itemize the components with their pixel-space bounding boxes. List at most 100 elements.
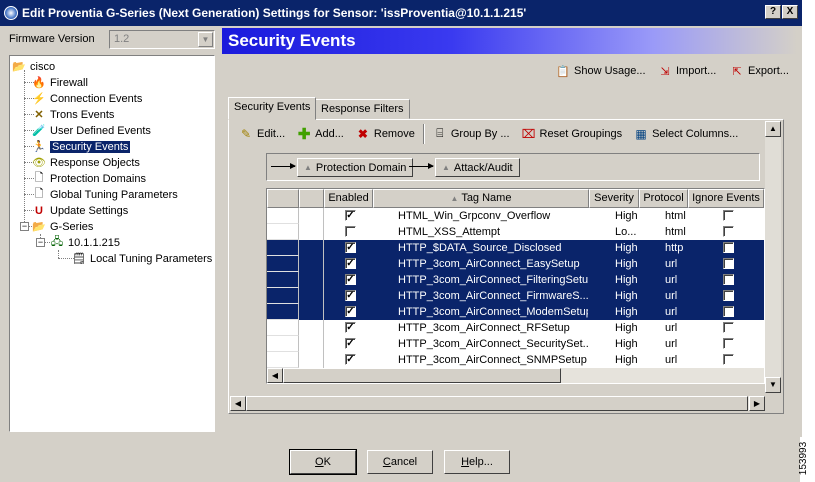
tree-item-trons-events[interactable]: ✕ Trons Events <box>32 107 114 122</box>
collapse-sensor-toggle[interactable]: − <box>36 238 45 247</box>
table-row[interactable]: ✓ HTML_Win_Grpconv_Overflow High html <box>267 208 764 224</box>
runner-icon: 🏃 <box>32 141 46 153</box>
column-header-tag-name[interactable]: ▲ Tag Name <box>373 189 589 208</box>
row-header[interactable] <box>267 272 299 288</box>
tab-security-events[interactable]: Security Events <box>228 97 317 120</box>
row-header[interactable] <box>267 336 299 352</box>
tree-item-firewall[interactable]: 🔥 Firewall <box>32 75 88 90</box>
ignore-events-checkbox[interactable] <box>723 210 734 221</box>
import-button[interactable]: ⇲ Import... <box>658 64 716 78</box>
reset-groupings-button[interactable]: ⌧ Reset Groupings <box>516 123 629 145</box>
enabled-checkbox[interactable]: ✓ <box>345 338 356 349</box>
tree-item-user-defined-events[interactable]: 🧪 User Defined Events <box>32 123 151 138</box>
table-row[interactable]: ✓ HTTP_3com_AirConnect_FilteringSetup High… <box>267 272 764 288</box>
ignore-events-checkbox[interactable] <box>723 242 734 253</box>
protocol-cell: html <box>665 210 686 222</box>
table-horizontal-scrollbar[interactable]: ◀ <box>267 368 764 383</box>
toolbar-separator <box>422 123 425 144</box>
ok-button[interactable]: OK <box>289 449 357 475</box>
column-header-enabled[interactable]: Enabled <box>324 189 373 208</box>
column-header-protocol[interactable]: Protocol <box>639 189 688 208</box>
tree-item-sensor[interactable]: 🖧 10.1.1.215 <box>50 235 120 250</box>
tag-name-cell: HTTP_3com_AirConnect_FilteringSetup <box>398 274 588 286</box>
row-header[interactable] <box>267 224 299 240</box>
scroll-thumb[interactable] <box>246 396 748 411</box>
tab-response-filters[interactable]: Response Filters <box>315 99 410 119</box>
firmware-version-select[interactable]: 1.2 ▼ <box>109 30 215 49</box>
ignore-events-checkbox[interactable] <box>723 274 734 285</box>
row-header[interactable] <box>267 208 299 224</box>
tree-item-connection-events[interactable]: ⚡ Connection Events <box>32 91 142 106</box>
scroll-left-icon[interactable]: ◀ <box>267 368 283 383</box>
remove-button[interactable]: ✖ Remove <box>350 123 421 145</box>
ignore-events-checkbox[interactable] <box>723 322 734 333</box>
enabled-checkbox[interactable]: ✓ <box>345 210 356 221</box>
enabled-checkbox[interactable]: ✓ <box>345 322 356 333</box>
group-chip-protection-domain[interactable]: ▲ Protection Domain <box>297 158 414 177</box>
table-row[interactable]: ✓ HTTP_3com_AirConnect_RFSetup High url <box>267 320 764 336</box>
select-columns-button[interactable]: ▦ Select Columns... <box>628 123 744 145</box>
protocol-cell: http <box>665 242 684 254</box>
ignore-events-checkbox[interactable] <box>723 258 734 269</box>
edit-button[interactable]: ✎ Edit... <box>233 123 291 145</box>
column-header-severity[interactable]: Severity <box>589 189 639 208</box>
enabled-checkbox[interactable] <box>345 226 356 237</box>
column-header-spacer[interactable] <box>299 189 324 208</box>
table-row[interactable]: ✓ HTTP_3com_AirConnect_FirmwareS... High ur… <box>267 288 764 304</box>
row-spacer <box>299 288 324 304</box>
row-header[interactable] <box>267 240 299 256</box>
ignore-events-checkbox[interactable] <box>723 226 734 237</box>
row-header[interactable] <box>267 288 299 304</box>
column-header-expander[interactable] <box>267 189 299 208</box>
row-header[interactable] <box>267 320 299 336</box>
add-button[interactable]: ✚ Add... <box>291 123 350 145</box>
table-row[interactable]: ✓ HTTP_$DATA_Source_Disclosed High http <box>267 240 764 256</box>
tree-item-g-series[interactable]: 📂 G-Series <box>32 219 93 234</box>
tree-item-update-settings[interactable]: U Update Settings <box>32 203 128 218</box>
ignore-events-checkbox[interactable] <box>723 354 734 365</box>
tree-item-response-objects[interactable]: 👁 Response Objects <box>32 155 140 170</box>
scroll-left-icon[interactable]: ◀ <box>230 396 246 411</box>
sort-ascending-icon: ▲ <box>304 163 312 172</box>
row-header[interactable] <box>267 256 299 272</box>
scroll-down-icon[interactable]: ▼ <box>765 377 781 393</box>
collapse-g-series-toggle[interactable]: − <box>20 222 29 231</box>
scroll-right-icon[interactable]: ▶ <box>749 396 765 411</box>
enabled-checkbox[interactable]: ✓ <box>345 290 356 301</box>
table-row[interactable]: HTML_XSS_Attempt Lo... html <box>267 224 764 240</box>
enabled-checkbox[interactable]: ✓ <box>345 306 356 317</box>
cancel-button[interactable]: Cancel <box>367 450 433 474</box>
export-button[interactable]: ⇱ Export... <box>730 64 789 78</box>
help-button[interactable]: Help... <box>444 450 510 474</box>
enabled-checkbox[interactable]: ✓ <box>345 354 356 365</box>
tree-item-protection-domains[interactable]: 🗋 Protection Domains <box>32 171 146 186</box>
tree-item-local-tuning-parameters[interactable]: 🗒 Local Tuning Parameters <box>72 251 212 266</box>
ignore-events-checkbox[interactable] <box>723 338 734 349</box>
tree-item-cisco[interactable]: 📂 cisco <box>12 59 55 74</box>
scroll-thumb[interactable] <box>283 368 561 383</box>
table-row[interactable]: ✓ HTTP_3com_AirConnect_SNMPSetup High url <box>267 352 764 368</box>
group-chip-attack-audit[interactable]: ▲ Attack/Audit <box>435 158 520 177</box>
vertical-scrollbar[interactable]: ▲ ▼ <box>765 121 781 393</box>
show-usage-button[interactable]: 📋 Show Usage... <box>556 64 645 78</box>
row-header[interactable] <box>267 352 299 368</box>
help-window-button[interactable]: ? <box>765 5 781 19</box>
group-by-button[interactable]: ⌸ Group By ... <box>427 123 516 145</box>
panel-horizontal-scrollbar[interactable]: ◀ ▶ <box>230 396 765 411</box>
scroll-up-icon[interactable]: ▲ <box>765 121 781 137</box>
row-header[interactable] <box>267 304 299 320</box>
tree-item-security-events[interactable]: 🏃 Security Events <box>32 139 131 154</box>
ignore-events-checkbox[interactable] <box>723 306 734 317</box>
enabled-checkbox[interactable]: ✓ <box>345 258 356 269</box>
enabled-checkbox[interactable]: ✓ <box>345 242 356 253</box>
table-row[interactable]: ✓ HTTP_3com_AirConnect_SecuritySet... High… <box>267 336 764 352</box>
tree-item-global-tuning-parameters[interactable]: 🗋 Global Tuning Parameters <box>32 187 178 202</box>
column-header-ignore-events[interactable]: Ignore Events <box>688 189 764 208</box>
tag-name-cell: HTTP_3com_AirConnect_RFSetup <box>398 322 570 334</box>
chevron-down-icon[interactable]: ▼ <box>198 32 213 47</box>
enabled-checkbox[interactable]: ✓ <box>345 274 356 285</box>
close-window-button[interactable]: X <box>782 5 798 19</box>
table-row[interactable]: ✓ HTTP_3com_AirConnect_EasySetup High url <box>267 256 764 272</box>
table-row[interactable]: ✓ HTTP_3com_AirConnect_ModemSetup High url <box>267 304 764 320</box>
ignore-events-checkbox[interactable] <box>723 290 734 301</box>
